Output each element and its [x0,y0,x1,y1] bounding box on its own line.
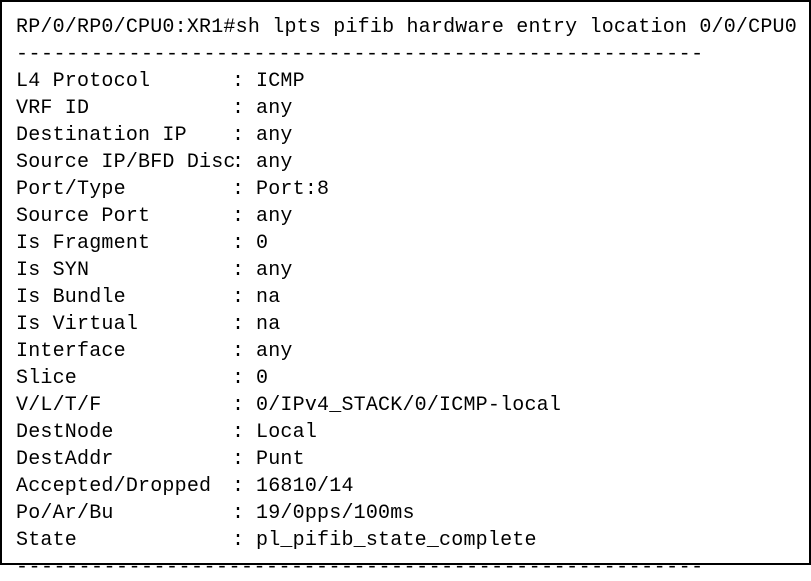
field-value: ICMP [256,68,305,95]
entry-row: Is Virtual : na [16,311,795,338]
field-separator: : [232,311,256,338]
field-separator: : [232,68,256,95]
field-value: na [256,311,280,338]
field-separator: : [232,419,256,446]
field-separator: : [232,338,256,365]
entry-row: Is Bundle : na [16,284,795,311]
field-separator: : [232,284,256,311]
field-separator: : [232,257,256,284]
field-label: VRF ID [16,95,232,122]
field-label: Port/Type [16,176,232,203]
entry-row: State : pl_pifib_state_complete [16,527,795,554]
field-value: any [256,95,293,122]
field-separator: : [232,203,256,230]
field-value: pl_pifib_state_complete [256,527,537,554]
field-label: Accepted/Dropped [16,473,232,500]
field-label: Is Virtual [16,311,232,338]
entry-row: L4 Protocol : ICMP [16,68,795,95]
entry-row: Interface : any [16,338,795,365]
field-separator: : [232,149,256,176]
entry-row: Source Port : any [16,203,795,230]
entry-row: V/L/T/F : 0/IPv4_STACK/0/ICMP-local [16,392,795,419]
field-label: DestAddr [16,446,232,473]
field-value: 0 [256,365,268,392]
field-label: L4 Protocol [16,68,232,95]
field-separator: : [232,122,256,149]
field-value: 0/IPv4_STACK/0/ICMP-local [256,392,561,419]
field-value: na [256,284,280,311]
divider-top: ----------------------------------------… [16,41,795,68]
field-value: Local [256,419,317,446]
field-label: Destination IP [16,122,232,149]
entry-row: Po/Ar/Bu : 19/0pps/100ms [16,500,795,527]
field-separator: : [232,392,256,419]
entry-row: Port/Type : Port:8 [16,176,795,203]
field-value: any [256,338,293,365]
prompt: RP/0/RP0/CPU0:XR1# [16,16,236,39]
terminal-output: RP/0/RP0/CPU0:XR1#sh lpts pifib hardware… [16,14,795,581]
field-separator: : [232,500,256,527]
field-value: any [256,122,293,149]
field-separator: : [232,365,256,392]
entry-row: VRF ID : any [16,95,795,122]
field-separator: : [232,95,256,122]
field-label: Source Port [16,203,232,230]
field-separator: : [232,473,256,500]
field-label: DestNode [16,419,232,446]
entry-row: Is SYN : any [16,257,795,284]
entry-row: Destination IP : any [16,122,795,149]
field-value: Punt [256,446,305,473]
entry-row: Source IP/BFD Disc: any [16,149,795,176]
field-value: 16810/14 [256,473,354,500]
field-value: any [256,149,293,176]
field-value: any [256,257,293,284]
field-label: V/L/T/F [16,392,232,419]
field-label: Po/Ar/Bu [16,500,232,527]
field-label: Is Fragment [16,230,232,257]
command: sh lpts pifib hardware entry location 0/… [236,16,797,39]
command-line: RP/0/RP0/CPU0:XR1#sh lpts pifib hardware… [16,14,795,41]
entry-row: Is Fragment : 0 [16,230,795,257]
field-value: 19/0pps/100ms [256,500,415,527]
field-value: Port:8 [256,176,329,203]
entry-row: Accepted/Dropped : 16810/14 [16,473,795,500]
entry-row: DestNode : Local [16,419,795,446]
field-separator: : [232,230,256,257]
entry-table: L4 Protocol : ICMPVRF ID : anyDestinatio… [16,68,795,554]
entry-row: DestAddr : Punt [16,446,795,473]
field-label: Source IP/BFD Disc [16,149,232,176]
field-label: Is SYN [16,257,232,284]
divider-bottom: ----------------------------------------… [16,554,795,581]
field-separator: : [232,446,256,473]
field-value: any [256,203,293,230]
field-separator: : [232,176,256,203]
field-value: 0 [256,230,268,257]
field-separator: : [232,527,256,554]
entry-row: Slice : 0 [16,365,795,392]
field-label: Interface [16,338,232,365]
field-label: Is Bundle [16,284,232,311]
field-label: Slice [16,365,232,392]
field-label: State [16,527,232,554]
